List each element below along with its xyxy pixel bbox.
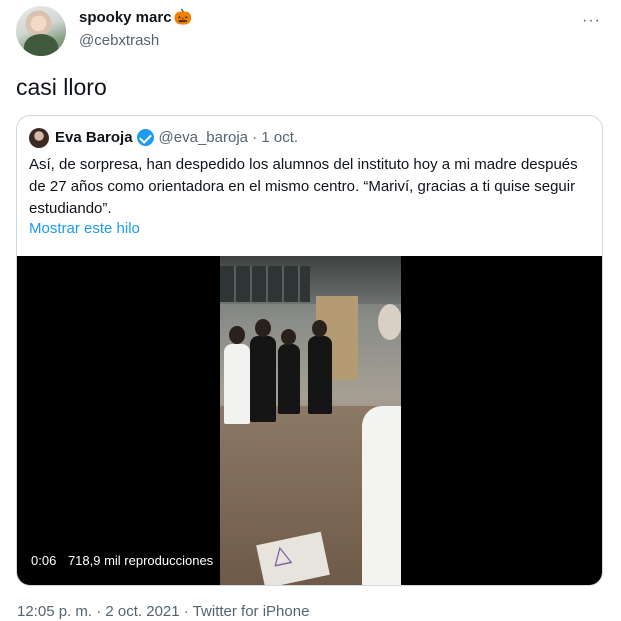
- quoted-author-handle[interactable]: @eva_baroja: [159, 129, 248, 146]
- video-scene-person: [250, 336, 276, 422]
- video-scene-head: [281, 329, 296, 345]
- video-frame: △: [220, 256, 401, 585]
- video-scene-head: [312, 320, 327, 337]
- video-elapsed-time: 0:06: [31, 553, 57, 568]
- video-scene-person: [224, 344, 250, 424]
- video-scene-person: [278, 344, 300, 414]
- author-avatar[interactable]: [16, 6, 66, 56]
- tweet-time[interactable]: 12:05 p. m.: [17, 603, 92, 620]
- video-scene-head: [255, 319, 271, 337]
- show-thread-link[interactable]: Mostrar este hilo: [29, 220, 140, 237]
- tweet-date[interactable]: 2 oct. 2021: [105, 603, 179, 620]
- tweet-metadata: 12:05 p. m. · 2 oct. 2021 · Twitter for …: [17, 603, 309, 620]
- video-scene-foreground: [362, 406, 401, 585]
- tweet-text: casi lloro: [16, 74, 107, 100]
- more-options-icon[interactable]: ···: [582, 12, 601, 30]
- video-scene-head: [378, 304, 401, 340]
- header-separator: ·: [252, 129, 258, 146]
- video-scene-person: [308, 336, 332, 414]
- author-display-name[interactable]: spooky marc 🎃: [79, 9, 192, 26]
- video-player[interactable]: △ 0:06 718,9 mil reproducciones: [17, 256, 602, 585]
- pumpkin-icon: 🎃: [173, 9, 193, 26]
- quoted-author-avatar[interactable]: [29, 128, 49, 148]
- video-scene-head: [229, 326, 245, 344]
- quoted-tweet[interactable]: Eva Baroja @eva_baroja · 1 oct. Así, de …: [16, 115, 603, 586]
- quoted-tweet-date[interactable]: 1 oct.: [261, 129, 298, 146]
- metadata-separator: ·: [183, 603, 189, 620]
- quoted-tweet-header: Eva Baroja @eva_baroja · 1 oct.: [55, 129, 298, 146]
- display-name-text: spooky marc: [79, 9, 172, 26]
- video-scene-windows: [220, 266, 310, 302]
- tweet-source[interactable]: Twitter for iPhone: [193, 603, 310, 620]
- video-view-count: 718,9 mil reproducciones: [67, 553, 214, 568]
- quoted-tweet-body: Así, de sorpresa, han despedido los alum…: [29, 156, 578, 217]
- metadata-separator: ·: [96, 603, 102, 620]
- verified-badge-icon: [136, 129, 154, 146]
- video-stats: 0:06 718,9 mil reproducciones: [31, 553, 213, 568]
- quoted-author-name[interactable]: Eva Baroja: [55, 129, 133, 146]
- author-handle[interactable]: @cebxtrash: [79, 32, 159, 49]
